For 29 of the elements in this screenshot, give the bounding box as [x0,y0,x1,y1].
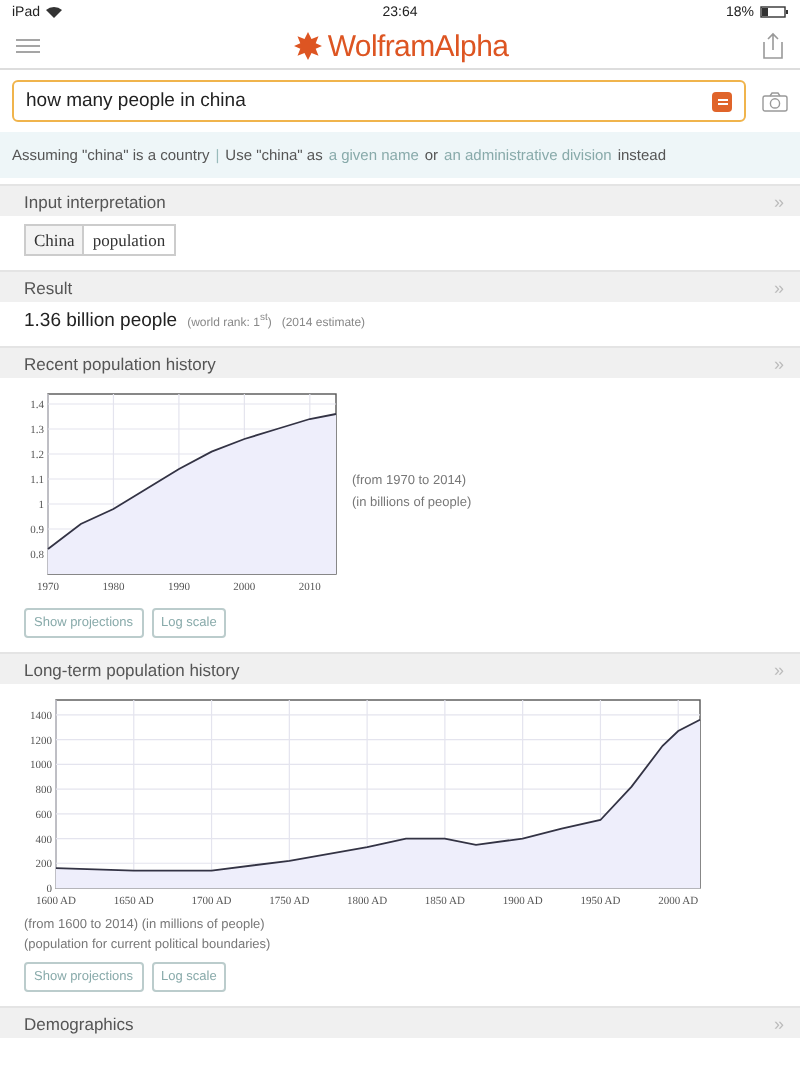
equals-icon [717,97,727,105]
search-bar[interactable]: how many people in china [12,80,746,122]
pod-header[interactable]: Recent population history » [0,346,800,378]
pod-title: Input interpretation [24,191,166,211]
submit-button[interactable] [712,91,732,111]
expand-icon[interactable]: » [773,659,784,679]
interpretation-chip: China [24,224,85,256]
pod-header[interactable]: Result » [0,270,800,302]
logo-text: WolframAlpha [327,29,509,63]
star-logo-icon [293,32,322,60]
search-field[interactable]: how many people in china [26,90,712,112]
pod-title: Recent population history [24,353,216,373]
pod-header[interactable]: Long-term population history » [0,652,800,684]
wifi-icon [46,6,63,18]
pod-title: Result [24,277,73,297]
result-value: 1.36 billion people [24,310,178,332]
pod-title: Demographics [24,1013,134,1033]
expand-icon[interactable]: » [773,277,784,297]
pod-header[interactable]: Input interpretation » [0,184,800,216]
interpretation-chip: population [84,224,176,256]
share-icon[interactable] [761,32,784,60]
battery-icon [760,6,788,18]
expand-icon[interactable]: » [773,353,784,373]
menu-icon[interactable] [16,38,40,54]
expand-icon[interactable]: » [773,1013,784,1033]
expand-icon[interactable]: » [773,191,784,211]
pod-header[interactable]: Demographics » [0,1006,800,1038]
camera-icon[interactable] [762,91,788,111]
pod-title: Long-term population history [24,659,240,679]
